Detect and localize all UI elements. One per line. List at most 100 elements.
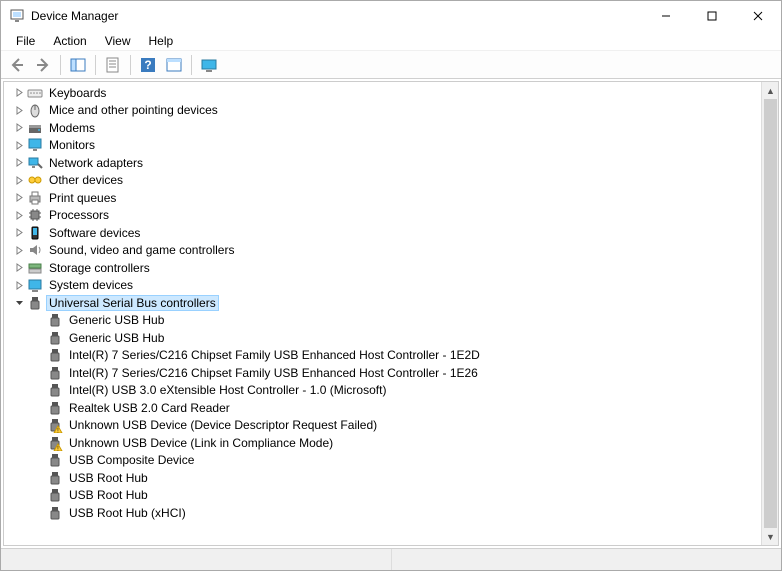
device-tree[interactable]: KeyboardsMice and other pointing devices… xyxy=(4,82,761,545)
sound-icon xyxy=(27,242,43,258)
help-icon: ? xyxy=(140,57,156,73)
tree-item[interactable]: ! Unknown USB Device (Device Descriptor R… xyxy=(4,417,761,435)
tree-item[interactable]: Network adapters xyxy=(4,154,761,172)
storage-controller-icon xyxy=(27,260,43,276)
tree-item-label: Processors xyxy=(47,208,111,222)
tree-item[interactable]: Processors xyxy=(4,207,761,225)
tree-item[interactable]: Mice and other pointing devices xyxy=(4,102,761,120)
tree-item-label: Storage controllers xyxy=(47,261,152,275)
tree-item[interactable]: !Unknown USB Device (Link in Compliance … xyxy=(4,434,761,452)
expand-icon[interactable] xyxy=(12,121,26,135)
back-button[interactable] xyxy=(5,53,29,77)
expand-icon[interactable] xyxy=(12,243,26,257)
tree-item[interactable]: System devices xyxy=(4,277,761,295)
help-button[interactable]: ? xyxy=(136,53,160,77)
menu-view[interactable]: View xyxy=(96,32,140,50)
expand-icon[interactable] xyxy=(12,261,26,275)
menu-file[interactable]: File xyxy=(7,32,44,50)
tree-item-label: USB Root Hub xyxy=(67,471,150,485)
tree-item[interactable]: Storage controllers xyxy=(4,259,761,277)
forward-button[interactable] xyxy=(31,53,55,77)
window-title: Device Manager xyxy=(31,9,643,23)
toolbar-separator xyxy=(95,55,96,75)
tree-item[interactable]: Print queues xyxy=(4,189,761,207)
scrollbar-up-arrow-icon[interactable]: ▲ xyxy=(762,82,779,99)
maximize-button[interactable] xyxy=(689,1,735,31)
expand-icon[interactable] xyxy=(12,278,26,292)
show-hide-console-tree-button[interactable] xyxy=(66,53,90,77)
usb-device-icon xyxy=(47,487,63,503)
properties-button[interactable] xyxy=(101,53,125,77)
monitor-icon xyxy=(27,137,43,153)
tree-item-label: Print queues xyxy=(47,191,118,205)
tree-item[interactable]: Keyboards xyxy=(4,84,761,102)
tree-item-label: Intel(R) 7 Series/C216 Chipset Family US… xyxy=(67,366,480,380)
collapse-icon[interactable] xyxy=(12,296,26,310)
tree-item[interactable]: Software devices xyxy=(4,224,761,242)
tree-item[interactable]: Modems xyxy=(4,119,761,137)
expander-placeholder xyxy=(32,348,46,362)
expander-placeholder xyxy=(32,366,46,380)
window-controls xyxy=(643,1,781,31)
expander-placeholder xyxy=(32,453,46,467)
tree-item-label: Other devices xyxy=(47,173,125,187)
show-hidden-devices-button[interactable] xyxy=(197,53,221,77)
tree-item[interactable]: Generic USB Hub xyxy=(4,329,761,347)
forward-icon xyxy=(35,57,51,73)
close-button[interactable] xyxy=(735,1,781,31)
tree-item[interactable]: Other devices xyxy=(4,172,761,190)
statusbar xyxy=(1,548,781,570)
expander-placeholder xyxy=(32,418,46,432)
menu-action[interactable]: Action xyxy=(44,32,95,50)
tree-item-label: Modems xyxy=(47,121,97,135)
expander-placeholder xyxy=(32,331,46,345)
usb-device-icon xyxy=(47,452,63,468)
tree-item[interactable]: USB Root Hub (xHCI) xyxy=(4,504,761,522)
usb-device-icon xyxy=(47,330,63,346)
tree-item[interactable]: Universal Serial Bus controllers xyxy=(4,294,761,312)
device-manager-window: Device Manager File Action View Help ? K… xyxy=(0,0,782,571)
tree-item[interactable]: Intel(R) 7 Series/C216 Chipset Family US… xyxy=(4,347,761,365)
vertical-scrollbar[interactable]: ▲ ▼ xyxy=(761,82,778,545)
expand-icon[interactable] xyxy=(12,86,26,100)
content-area: KeyboardsMice and other pointing devices… xyxy=(3,81,779,546)
tree-item[interactable]: Sound, video and game controllers xyxy=(4,242,761,260)
device-manager-app-icon xyxy=(9,8,25,24)
toolbar: ? xyxy=(1,51,781,79)
tree-item[interactable]: Generic USB Hub xyxy=(4,312,761,330)
svg-text:?: ? xyxy=(144,58,151,72)
tree-item[interactable]: Intel(R) USB 3.0 eXtensible Host Control… xyxy=(4,382,761,400)
expand-icon[interactable] xyxy=(12,208,26,222)
minimize-button[interactable] xyxy=(643,1,689,31)
tree-item[interactable]: Monitors xyxy=(4,137,761,155)
action-menu-icon xyxy=(166,57,182,73)
tree-item[interactable]: Realtek USB 2.0 Card Reader xyxy=(4,399,761,417)
printer-icon xyxy=(27,190,43,206)
expand-icon[interactable] xyxy=(12,191,26,205)
tree-item[interactable]: USB Root Hub xyxy=(4,469,761,487)
expander-placeholder xyxy=(32,383,46,397)
usb-device-warning-icon: ! xyxy=(47,417,63,433)
tree-item[interactable]: Intel(R) 7 Series/C216 Chipset Family US… xyxy=(4,364,761,382)
expand-icon[interactable] xyxy=(12,226,26,240)
expander-placeholder xyxy=(32,488,46,502)
scrollbar-down-arrow-icon[interactable]: ▼ xyxy=(762,528,779,545)
menu-help[interactable]: Help xyxy=(140,32,183,50)
tree-item[interactable]: USB Root Hub xyxy=(4,487,761,505)
expand-icon[interactable] xyxy=(12,103,26,117)
tree-item[interactable]: USB Composite Device xyxy=(4,452,761,470)
tree-item-label: Unknown USB Device (Device Descriptor Re… xyxy=(67,418,379,432)
tree-item-label: Mice and other pointing devices xyxy=(47,103,220,117)
expander-placeholder xyxy=(32,313,46,327)
tree-item-label: Unknown USB Device (Link in Compliance M… xyxy=(67,436,335,450)
tree-item-label: USB Root Hub xyxy=(67,488,150,502)
scrollbar-thumb[interactable] xyxy=(764,99,777,528)
expand-icon[interactable] xyxy=(12,138,26,152)
keyboard-icon xyxy=(27,85,43,101)
action-menu-button[interactable] xyxy=(162,53,186,77)
toolbar-separator xyxy=(60,55,61,75)
usb-device-icon xyxy=(47,470,63,486)
expand-icon[interactable] xyxy=(12,173,26,187)
properties-icon xyxy=(105,57,121,73)
expand-icon[interactable] xyxy=(12,156,26,170)
